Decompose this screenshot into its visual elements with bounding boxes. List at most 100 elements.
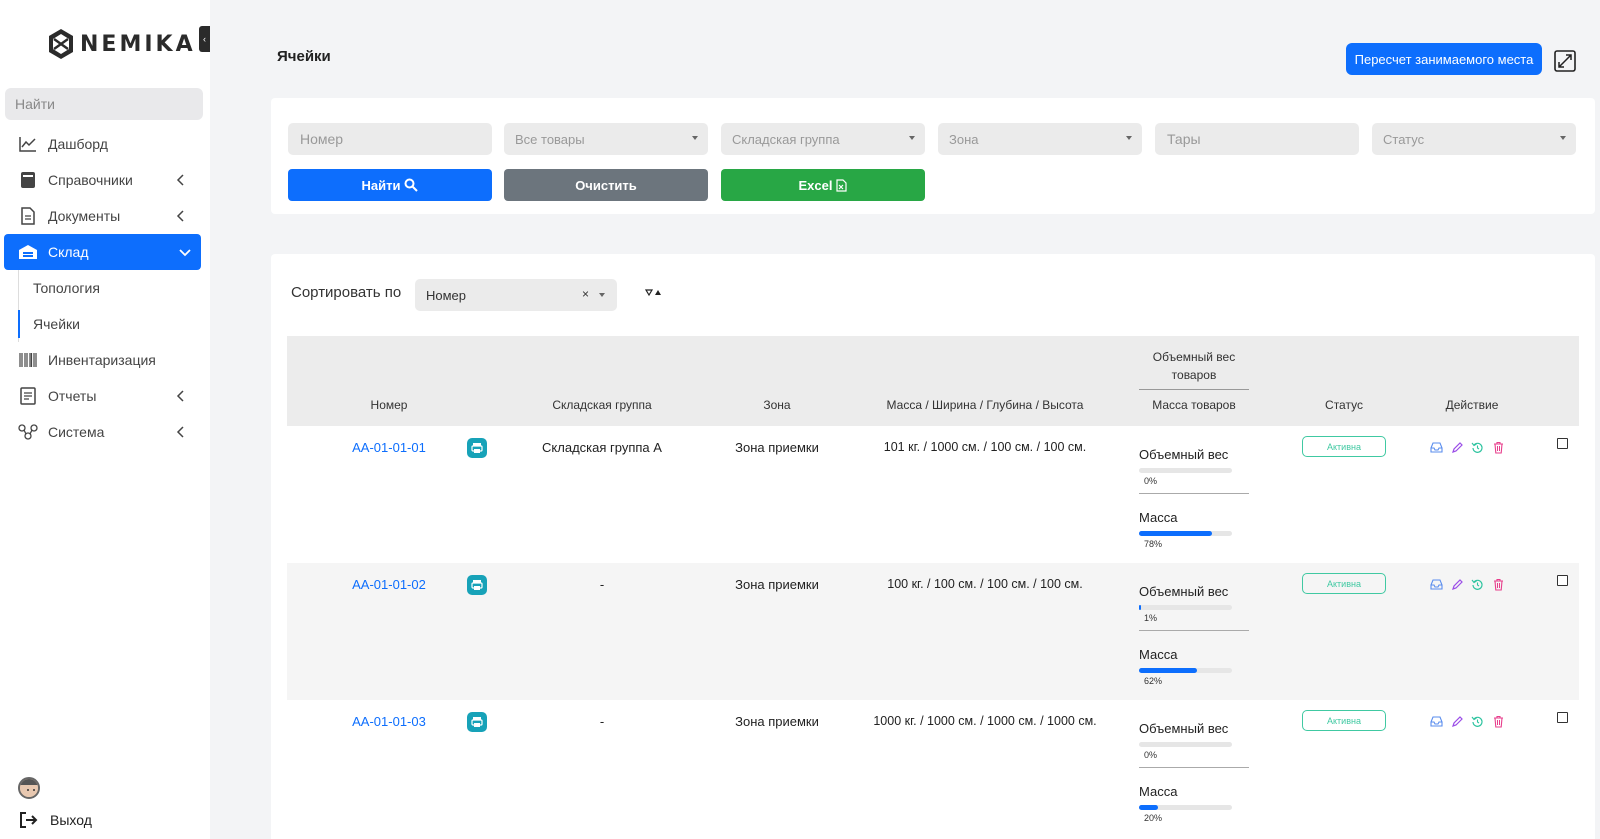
warehouse-icon [18,242,38,262]
status-badge: Активна [1302,573,1386,594]
trash-icon[interactable] [1492,715,1505,728]
print-button[interactable] [467,438,487,458]
col-header-dims[interactable]: Масса / Ширина / Глубина / Высота [875,398,1095,412]
sidebar-item-label: Документы [48,208,121,224]
inbox-icon[interactable] [1430,578,1443,591]
volume-progress-bar [1139,468,1232,473]
mass-progress-fill [1139,531,1212,536]
filter-panel: Номер Все товары Складская группа Зона Т… [271,98,1595,214]
mass-progress-fill [1139,805,1158,810]
metric-volume-label: Объемный вес [1139,721,1229,736]
sidebar-item-warehouse[interactable]: Склад [4,234,201,270]
sidebar-item-system[interactable]: Система [0,414,210,450]
cell-number-link[interactable]: AA-01-01-01 [337,440,441,455]
chevron-down-icon [179,249,191,257]
row-select-checkbox[interactable] [1557,575,1568,586]
volume-percent: 0% [1144,476,1158,486]
row-select-checkbox[interactable] [1557,438,1568,449]
logout-button[interactable]: Выход [18,810,92,830]
status-filter-select[interactable]: Статус [1372,123,1576,155]
sidebar-item-documents[interactable]: Документы [0,198,210,234]
app-logo[interactable]: NEMIKA [48,28,196,60]
document-icon [18,206,38,226]
mass-progress-fill [1139,668,1197,673]
clear-button[interactable]: Очистить [504,169,708,201]
sidebar-item-label: Дашборд [48,136,108,152]
sidebar-item-label: Справочники [48,172,133,188]
collapse-sidebar-button[interactable]: ‹ [199,26,210,52]
sidebar-subitem-cells[interactable]: Ячейки [0,306,210,342]
sidebar-search-input[interactable]: Найти [5,88,203,120]
zone-filter-select[interactable]: Зона [938,123,1142,155]
print-button[interactable] [467,712,487,732]
fullscreen-icon[interactable] [1554,50,1576,72]
goods-filter-value: Все товары [515,131,585,147]
col-header-action: Действие [1445,398,1499,412]
col-header-goods-mass[interactable]: Масса товаров [1139,398,1249,412]
sidebar-item-label: Система [48,424,105,440]
caret-down-icon [1560,136,1566,140]
cell-number-link[interactable]: AA-01-01-03 [337,714,441,729]
metric-divider [1139,493,1249,494]
history-icon[interactable] [1471,441,1484,454]
history-icon[interactable] [1471,715,1484,728]
barcode-icon [18,350,38,370]
zone-filter-value: Зона [949,131,979,147]
col-header-status[interactable]: Статус [1302,398,1386,412]
history-icon[interactable] [1471,578,1484,591]
group-filter-select[interactable]: Складская группа [721,123,925,155]
edit-pencil-icon[interactable] [1451,578,1464,591]
sort-field-select[interactable]: Номер × [415,279,617,311]
cell-dims: 1000 кг. / 1000 см. / 1000 см. / 1000 см… [873,714,1097,728]
trash-icon[interactable] [1492,578,1505,591]
metric-mass-label: Масса [1139,784,1178,799]
edit-pencil-icon[interactable] [1451,441,1464,454]
avatar[interactable] [18,777,40,799]
logout-icon [20,812,38,828]
volume-progress-bar [1139,605,1232,610]
trash-icon[interactable] [1492,441,1505,454]
tare-filter-input[interactable]: Тары [1155,123,1359,155]
chevron-left-icon [176,390,184,402]
clear-button-label: Очистить [575,177,637,193]
sidebar-item-reports[interactable]: Отчеты [0,378,210,414]
table-header: Номер Складская группа Зона Масса / Шири… [287,336,1579,426]
sidebar-subitem-topology[interactable]: Топология [0,270,210,306]
caret-down-icon [909,136,915,140]
sidebar-item-inventory[interactable]: Инвентаризация [0,342,210,378]
status-badge: Активна [1302,436,1386,457]
book-icon [18,170,38,190]
col-header-group[interactable]: Складская группа [527,398,677,412]
col-header-number[interactable]: Номер [357,398,421,412]
sidebar-submenu: Топология Ячейки [0,270,210,342]
excel-export-button[interactable]: Excel [721,169,925,201]
logo-text: NEMIKA [80,31,196,57]
clear-sort-icon[interactable]: × [582,287,589,301]
edit-pencil-icon[interactable] [1451,715,1464,728]
sidebar-item-references[interactable]: Справочники [0,162,210,198]
cell-group: Складская группа А [542,440,662,455]
recalculate-space-button[interactable]: Пересчет занимаемого места [1346,43,1542,75]
col-header-volume-weight[interactable]: Объемный вес товаров [1139,348,1249,384]
group-filter-value: Складская группа [732,131,840,147]
find-button[interactable]: Найти [288,169,492,201]
logout-label: Выход [50,812,92,828]
goods-filter-select[interactable]: Все товары [504,123,708,155]
cell-dims: 101 кг. / 1000 см. / 100 см. / 100 см. [883,440,1087,454]
metric-volume-label: Объемный вес [1139,584,1229,599]
metric-volume-label: Объемный вес [1139,447,1229,462]
mass-progress-bar [1139,668,1232,673]
cell-dims: 100 кг. / 100 см. / 100 см. / 100 см. [887,577,1083,591]
cell-zone: Зона приемки [735,577,819,592]
sidebar-item-dashboard[interactable]: Дашборд [0,126,210,162]
row-select-checkbox[interactable] [1557,712,1568,723]
inbox-icon[interactable] [1430,715,1443,728]
inbox-icon[interactable] [1430,441,1443,454]
print-button[interactable] [467,575,487,595]
number-filter-input[interactable]: Номер [288,123,492,155]
sort-direction-icon[interactable] [644,286,664,298]
printer-icon [471,717,483,727]
printer-icon [471,580,483,590]
cell-number-link[interactable]: AA-01-01-02 [337,577,441,592]
col-header-zone[interactable]: Зона [742,398,812,412]
